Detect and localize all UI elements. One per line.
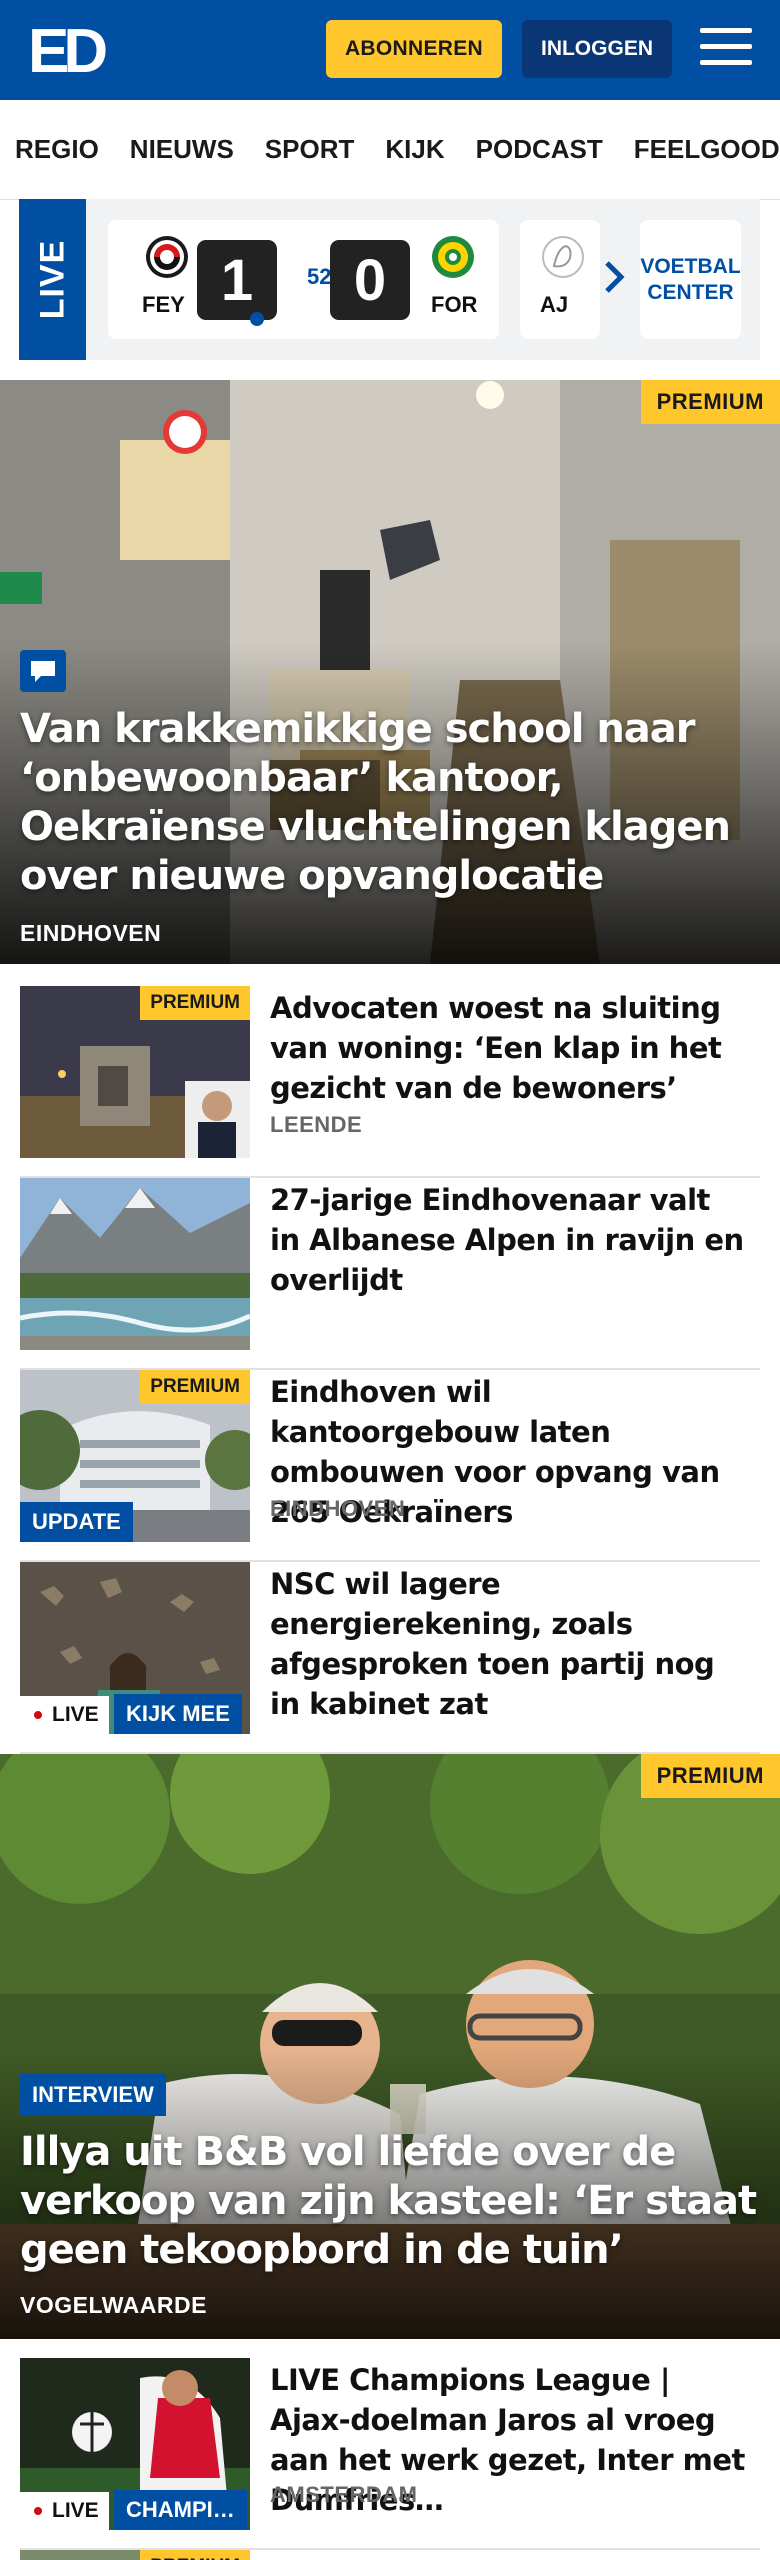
hero-location: EINDHOVEN <box>20 920 162 946</box>
list-item[interactable]: LIVE CHAMPI… LIVE Champions League | Aja… <box>20 2358 760 2550</box>
away-score: 0 <box>330 240 410 320</box>
article-title[interactable]: 27-jarige Eindhovenaar valt in Albanese … <box>270 1180 746 1300</box>
hero-title[interactable]: Illya uit B&B vol liefde over de verkoop… <box>20 2128 760 2275</box>
site-header: ED ABONNEREN INLOGGEN <box>0 0 780 100</box>
comment-icon[interactable] <box>20 650 66 692</box>
article-location: LEENDE <box>270 1112 363 1137</box>
home-team-code: FEY <box>142 292 185 317</box>
premium-badge: PREMIUM <box>140 2550 250 2560</box>
hamburger-menu-icon[interactable] <box>700 28 752 72</box>
nav-item-kijk[interactable]: KIJK <box>385 134 444 165</box>
premium-badge: PREMIUM <box>640 380 780 424</box>
hero-title[interactable]: Van krakkemikkige school naar ‘onbewoonb… <box>20 705 760 901</box>
logo-text: ED <box>28 22 106 78</box>
live-tag: LIVE <box>20 1696 109 1734</box>
live-badge: LIVE <box>19 199 86 360</box>
article-title[interactable]: Advocaten woest na sluiting van woning: … <box>270 988 746 1108</box>
list-item[interactable]: LIVE KIJK MEE NSC wil lagere energiereke… <box>20 1562 760 1754</box>
possession-dot <box>250 312 264 326</box>
article-location: AMSTERDAM <box>270 2482 418 2507</box>
article-thumbnail: LIVE CHAMPI… <box>20 2358 250 2530</box>
nav-item-regio[interactable]: REGIO <box>15 134 99 165</box>
article-thumbnail: PREMIUM <box>20 986 250 1158</box>
nav-item-sport[interactable]: SPORT <box>265 134 355 165</box>
update-tag: UPDATE <box>20 1502 133 1542</box>
fortuna-crest-icon <box>432 236 474 278</box>
away-team-code: FOR <box>431 292 478 317</box>
list-item[interactable]: PREMIUM UPDATE Eindhoven wil kantoorgebo… <box>20 1370 760 1562</box>
premium-badge: PREMIUM <box>140 986 250 1020</box>
next-article-thumbnail[interactable]: PREMIUM <box>20 2550 250 2560</box>
ed-logo[interactable]: ED <box>28 22 118 78</box>
list-item[interactable]: PREMIUM Advocaten woest na sluiting van … <box>20 986 760 1178</box>
article-thumbnail: PREMIUM UPDATE <box>20 1370 250 1542</box>
next-match-card[interactable]: AJ <box>520 220 600 339</box>
match-card[interactable]: FEY 1 52' 0 FOR <box>108 220 499 339</box>
nav-item-nieuws[interactable]: NIEUWS <box>130 134 234 165</box>
article-thumbnail <box>20 1178 250 1350</box>
live-tag: LIVE <box>20 2492 109 2530</box>
nav-item-feelgood[interactable]: FEELGOOD <box>634 134 780 165</box>
voetbal-center-link[interactable]: VOETBAL CENTER <box>640 220 741 339</box>
live-dot-icon <box>34 2507 42 2516</box>
home-score: 1 <box>197 240 277 320</box>
article-location: EINDHOVEN <box>270 1496 406 1521</box>
champions-league-tag: CHAMPI… <box>114 2490 247 2530</box>
live-scores-strip: LIVE FEY 1 52' 0 FOR AJ VOETBAL CENTER <box>19 199 760 360</box>
hero-location: VOGELWAARDE <box>20 2292 207 2318</box>
article-title[interactable]: NSC wil lagere energierekening, zoals af… <box>270 1564 746 1724</box>
article-thumbnail: LIVE KIJK MEE <box>20 1562 250 1734</box>
feyenoord-crest-icon <box>146 236 188 278</box>
ajax-crest-icon <box>542 236 584 278</box>
premium-badge: PREMIUM <box>140 1370 250 1404</box>
thumbnail-image <box>20 1178 250 1350</box>
hero-article[interactable]: PREMIUM Van krakkemikkige school naar ‘o… <box>0 380 780 964</box>
nav-item-podcast[interactable]: PODCAST <box>476 134 603 165</box>
hero-article[interactable]: PREMIUM INTERVIEW Illya uit B&B vol lief… <box>0 1754 780 2339</box>
chevron-right-icon[interactable] <box>594 257 634 297</box>
live-dot-icon <box>34 1711 42 1720</box>
interview-tag: INTERVIEW <box>20 2074 166 2116</box>
premium-badge: PREMIUM <box>640 1754 780 1798</box>
login-button[interactable]: INLOGGEN <box>522 20 672 78</box>
kijk-mee-tag: KIJK MEE <box>114 1694 242 1734</box>
list-item[interactable]: 27-jarige Eindhovenaar valt in Albanese … <box>20 1178 760 1370</box>
subscribe-button[interactable]: ABONNEREN <box>326 20 502 78</box>
next-match-code: AJ <box>540 292 569 317</box>
section-nav: REGIO NIEUWS SPORT KIJK PODCAST FEELGOOD <box>0 100 780 200</box>
